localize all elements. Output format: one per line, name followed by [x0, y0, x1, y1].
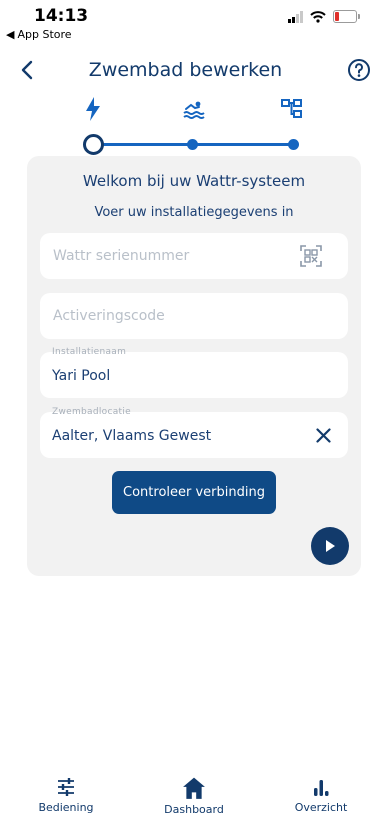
next-step-button[interactable]	[311, 527, 349, 565]
bottom-navigation: Bediening Dashboard Overzicht	[0, 760, 371, 816]
network-nodes-icon	[281, 99, 302, 118]
wifi-icon	[310, 10, 326, 23]
bar-chart-icon	[314, 780, 329, 796]
installation-name-label: Installatienaam	[52, 347, 127, 357]
step-dot-2	[187, 139, 198, 150]
check-connection-button[interactable]: Controleer verbinding	[112, 471, 276, 514]
close-icon[interactable]	[316, 428, 331, 443]
installation-name-value: Yari Pool	[52, 368, 111, 384]
back-app-label: App Store	[17, 28, 72, 41]
nav-item-overzicht[interactable]: Overzicht	[276, 776, 366, 814]
back-to-app-link[interactable]: ◀ App Store	[6, 28, 72, 41]
lightning-icon	[86, 97, 100, 121]
nav-label-overzicht: Overzicht	[294, 801, 348, 814]
serial-number-placeholder: Wattr serienummer	[53, 248, 190, 264]
installation-name-field[interactable]: Installatienaam Yari Pool	[40, 347, 348, 398]
pool-location-label: Zwembadlocatie	[52, 407, 132, 417]
qr-scan-icon[interactable]	[300, 245, 322, 267]
battery-icon	[333, 10, 360, 23]
nav-label-bediening: Bediening	[38, 801, 94, 814]
serial-number-field[interactable]: Wattr serienummer	[40, 233, 348, 279]
help-circle-icon[interactable]	[347, 58, 371, 82]
back-triangle-icon: ◀	[6, 28, 15, 41]
step-current-marker	[83, 134, 104, 155]
nav-item-bediening[interactable]: Bediening	[21, 776, 111, 814]
activation-code-field[interactable]: Activeringscode	[40, 293, 348, 339]
welcome-heading: Welkom bij uw Wattr-systeem	[82, 172, 306, 190]
activation-code-placeholder: Activeringscode	[53, 308, 165, 324]
nav-item-dashboard[interactable]: Dashboard	[149, 776, 239, 816]
status-icons	[288, 10, 360, 23]
pool-location-value: Aalter, Vlaams Gewest	[52, 428, 212, 444]
nav-label-dashboard: Dashboard	[164, 803, 224, 816]
home-icon	[183, 777, 205, 799]
pool-location-field[interactable]: Zwembadlocatie Aalter, Vlaams Gewest	[40, 407, 348, 458]
sliders-icon	[58, 778, 74, 796]
play-icon	[326, 540, 335, 552]
cellular-signal-icon	[288, 10, 303, 23]
status-time: 14:13	[34, 6, 89, 26]
pool-swimmer-icon	[183, 101, 205, 119]
page-title: Zwembad bewerken	[88, 59, 283, 81]
step-dot-3	[288, 139, 299, 150]
instruction-text: Voer uw installatiegegevens in	[94, 205, 294, 220]
